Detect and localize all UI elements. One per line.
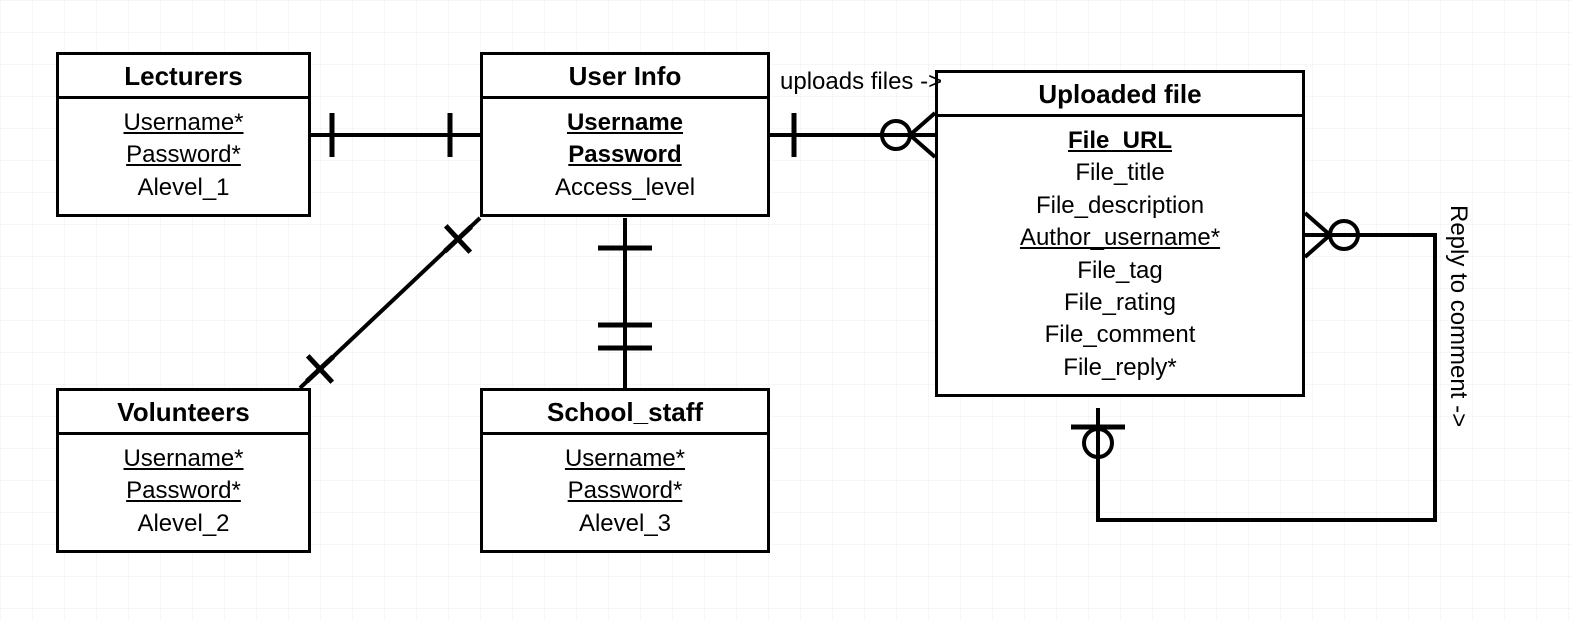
entity-attribute: Password* xyxy=(69,139,298,171)
entity-user-info: User Info UsernamePasswordAccess_level xyxy=(480,52,770,217)
entity-school-staff: School_staff Username*Password*Alevel_3 xyxy=(480,388,770,553)
entity-lecturers: Lecturers Username*Password*Alevel_1 xyxy=(56,52,311,217)
entity-attributes: Username*Password*Alevel_1 xyxy=(59,99,308,214)
entity-title: Lecturers xyxy=(59,55,308,99)
entity-attribute: Username* xyxy=(69,443,298,475)
entity-attribute: Alevel_3 xyxy=(493,508,757,540)
entity-attributes: UsernamePasswordAccess_level xyxy=(483,99,767,214)
entity-attribute: File_title xyxy=(948,157,1292,189)
entity-attribute: File_rating xyxy=(948,287,1292,319)
entity-title: Volunteers xyxy=(59,391,308,435)
entity-uploaded-file: Uploaded file File_URLFile_titleFile_des… xyxy=(935,70,1305,397)
entity-title: User Info xyxy=(483,55,767,99)
relationship-label-uploads: uploads files -> xyxy=(780,68,942,96)
entity-attribute: Password* xyxy=(69,475,298,507)
entity-title: School_staff xyxy=(483,391,767,435)
entity-attribute: File_URL xyxy=(948,125,1292,157)
entity-title: Uploaded file xyxy=(938,73,1302,117)
entity-attribute: Username* xyxy=(493,443,757,475)
entity-attribute: Access_level xyxy=(493,172,757,204)
entity-attribute: Password xyxy=(493,139,757,171)
entity-attribute: Author_username* xyxy=(948,222,1292,254)
entity-attributes: File_URLFile_titleFile_descriptionAuthor… xyxy=(938,117,1302,394)
entity-attribute: File_comment xyxy=(948,319,1292,351)
entity-attribute: File_reply* xyxy=(948,352,1292,384)
entity-attribute: Username xyxy=(493,107,757,139)
entity-volunteers: Volunteers Username*Password*Alevel_2 xyxy=(56,388,311,553)
entity-attribute: File_tag xyxy=(948,255,1292,287)
entity-attribute: File_description xyxy=(948,190,1292,222)
entity-attribute: Alevel_1 xyxy=(69,172,298,204)
entity-attribute: Password* xyxy=(493,475,757,507)
entity-attributes: Username*Password*Alevel_3 xyxy=(483,435,767,550)
entity-attributes: Username*Password*Alevel_2 xyxy=(59,435,308,550)
entity-attribute: Username* xyxy=(69,107,298,139)
relationship-label-reply: Reply to comment -> xyxy=(1444,205,1472,427)
entity-attribute: Alevel_2 xyxy=(69,508,298,540)
